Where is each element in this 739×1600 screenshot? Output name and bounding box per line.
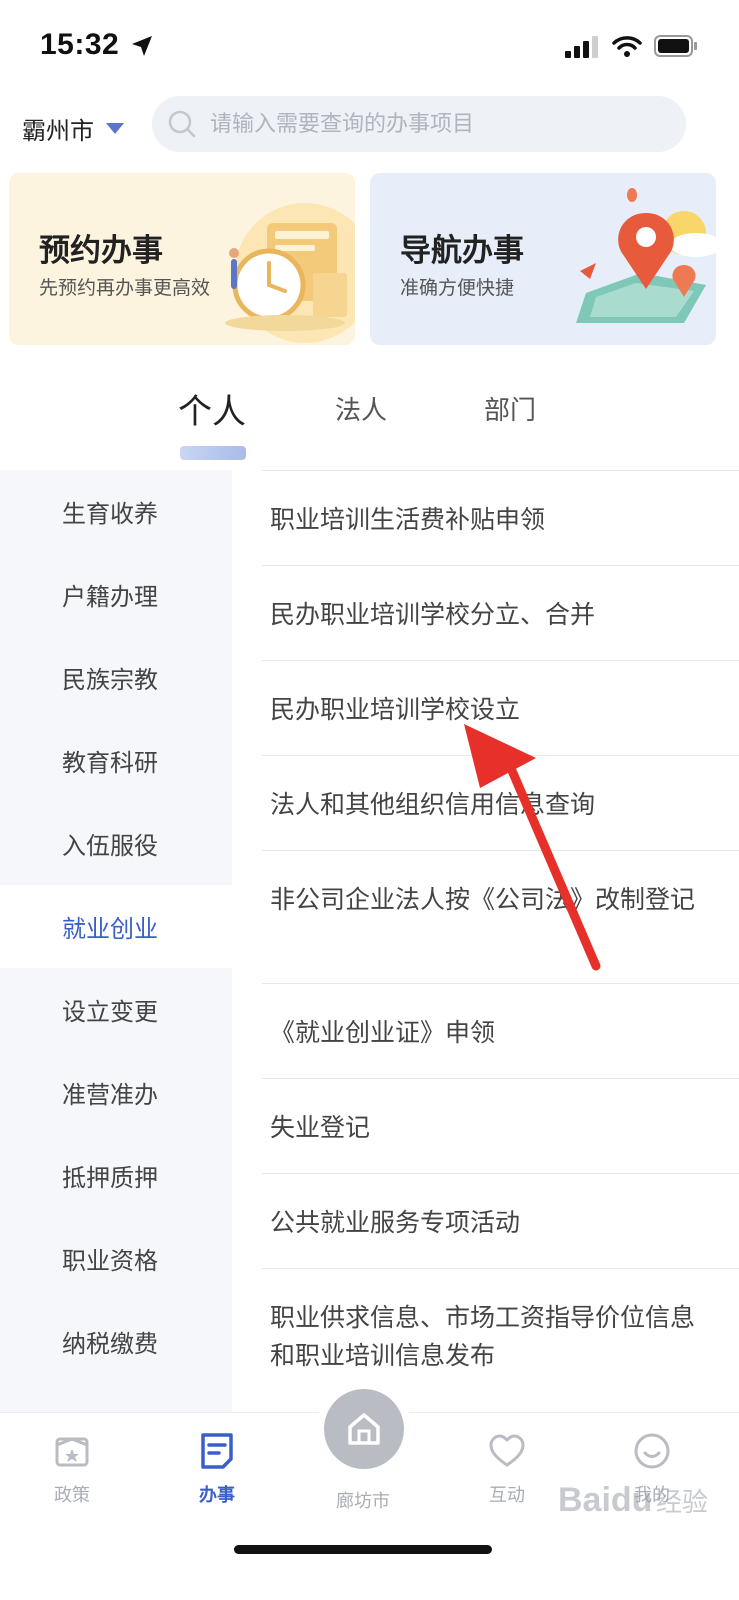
header: 霸州市 <box>0 92 739 164</box>
service-item[interactable]: 公共就业服务专项活动 <box>262 1173 739 1268</box>
service-item[interactable]: 非公司企业法人按《公司法》改制登记 <box>262 850 739 983</box>
banner-subtitle: 先预约再办事更高效 <box>39 277 211 299</box>
nav-item-affairs[interactable]: 办事 <box>172 1431 262 1507</box>
service-item[interactable]: 失业登记 <box>262 1078 739 1173</box>
location-arrow-icon <box>132 36 152 56</box>
service-item[interactable]: 《就业创业证》申领 <box>262 983 739 1078</box>
sidebar-item-education-research[interactable]: 教育科研 <box>0 719 232 802</box>
sidebar-item-ethnic-religion[interactable]: 民族宗教 <box>0 636 232 719</box>
service-item[interactable]: 民办职业培训学校分立、合并 <box>262 565 739 660</box>
nav-label: 廊坊市 <box>336 1491 390 1512</box>
search-input[interactable] <box>210 111 670 137</box>
sidebar-item-birth-adoption[interactable]: 生育收养 <box>0 470 232 553</box>
city-name: 霸州市 <box>22 116 94 145</box>
sidebar-item-partial[interactable] <box>0 1383 232 1412</box>
service-item[interactable]: 法人和其他组织信用信息查询 <box>262 755 739 850</box>
policy-icon <box>55 1437 89 1467</box>
home-indicator <box>234 1545 492 1554</box>
wifi-icon <box>612 36 642 57</box>
nav-item-policy[interactable]: 政策 <box>27 1431 117 1507</box>
active-tab-indicator <box>180 446 246 460</box>
sidebar-item-establish-change[interactable]: 设立变更 <box>0 968 232 1051</box>
sidebar-item-household-registration[interactable]: 户籍办理 <box>0 553 232 636</box>
navigation-banner[interactable]: 导航办事 准确方便快捷 <box>370 173 716 345</box>
content-area: 生育收养 户籍办理 民族宗教 教育科研 入伍服役 就业创业 设立变更 准营准办 … <box>0 470 739 1412</box>
nav-center-home-button[interactable] <box>324 1389 404 1469</box>
city-selector[interactable]: 霸州市 <box>22 106 124 150</box>
svg-text:经验: 经验 <box>656 1488 708 1518</box>
tab-legal-person[interactable]: 法人 <box>335 390 387 427</box>
home-icon <box>348 1413 380 1445</box>
bottom-navigation: 政策 办事 廊坊市 互动 我的 Baidu 经验 <box>0 1381 739 1600</box>
map-pin-illustration-icon <box>576 188 716 323</box>
cellular-signal-icon <box>565 36 598 58</box>
heart-icon <box>489 1434 525 1467</box>
tab-department[interactable]: 部门 <box>484 390 536 427</box>
tab-personal[interactable]: 个人 <box>178 384 246 433</box>
service-item[interactable]: 职业供求信息、市场工资指导价位信息和职业培训信息发布 <box>262 1268 739 1401</box>
service-list: 职业培训生活费补贴申领 民办职业培训学校分立、合并 民办职业培训学校设立 法人和… <box>232 470 739 1401</box>
banner-subtitle: 准确方便快捷 <box>400 277 515 299</box>
category-sidebar: 生育收养 户籍办理 民族宗教 教育科研 入伍服役 就业创业 设立变更 准营准办 … <box>0 470 232 1412</box>
banner-title: 预约办事 <box>39 233 163 269</box>
sidebar-item-business-permit[interactable]: 准营准办 <box>0 1051 232 1134</box>
banner-title: 导航办事 <box>400 233 524 269</box>
clock-document-illustration-icon <box>225 203 355 343</box>
nav-label: 政策 <box>54 1485 90 1506</box>
search-bar[interactable] <box>152 96 686 152</box>
sidebar-item-military-service[interactable]: 入伍服役 <box>0 802 232 885</box>
svg-text:Baidu: Baidu <box>558 1481 652 1519</box>
appointment-banner[interactable]: 预约办事 先预约再办事更高效 <box>9 173 355 345</box>
status-time: 15:32 <box>40 28 120 61</box>
smile-icon <box>634 1433 670 1469</box>
nav-item-langfang[interactable]: 廊坊市 <box>318 1477 408 1513</box>
service-item[interactable]: 民办职业培训学校设立 <box>262 660 739 755</box>
battery-icon <box>654 35 697 57</box>
service-item[interactable]: 职业培训生活费补贴申领 <box>262 470 739 565</box>
caret-down-icon <box>106 122 124 134</box>
nav-label: 办事 <box>199 1485 235 1506</box>
baidu-watermark-logo: Baidu 经验 <box>558 1481 708 1519</box>
status-bar: 15:32 <box>0 0 739 92</box>
sidebar-item-qualification[interactable]: 职业资格 <box>0 1217 232 1300</box>
sidebar-item-employment[interactable]: 就业创业 <box>0 885 232 968</box>
affairs-icon <box>201 1433 233 1469</box>
sidebar-item-tax-payment[interactable]: 纳税缴费 <box>0 1300 232 1383</box>
category-tabs: 个人 法人 部门 <box>0 380 739 470</box>
nav-label: 互动 <box>489 1485 525 1506</box>
nav-item-interaction[interactable]: 互动 <box>462 1431 552 1507</box>
search-icon <box>168 110 196 138</box>
sidebar-item-mortgage-pledge[interactable]: 抵押质押 <box>0 1134 232 1217</box>
